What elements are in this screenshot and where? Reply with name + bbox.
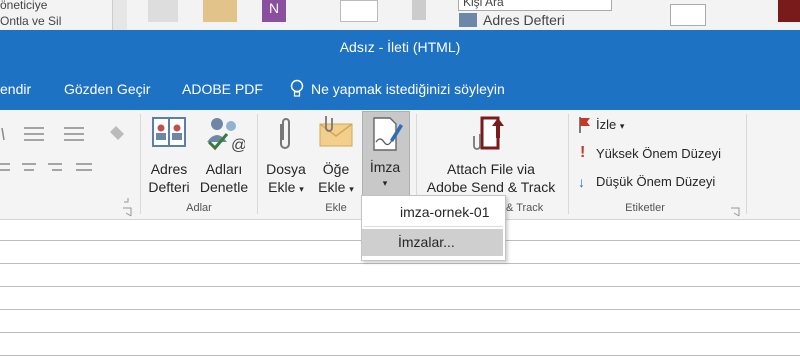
tab-adobe-pdf[interactable]: ADOBE PDF: [182, 81, 263, 97]
body-line: [0, 263, 800, 264]
separator: [746, 114, 747, 214]
dialog-launcher-icon[interactable]: [122, 204, 132, 217]
bg-scroll: [112, 0, 127, 30]
adlari-denetle-button[interactable]: Adları Denetle: [196, 160, 252, 196]
bg-red-icon: [778, 0, 800, 22]
dropdown-divider: [364, 226, 503, 227]
window-title: Adsız - İleti (HTML): [339, 39, 461, 55]
bg-icon-1: [148, 0, 178, 22]
etiketler-group-label: Etiketler: [625, 202, 665, 214]
bg-envelope-icon: [340, 0, 378, 22]
body-line: [0, 309, 800, 310]
tab-gonder-partial[interactable]: endir: [0, 81, 31, 97]
bg-envelope2-icon: [670, 4, 706, 26]
address-book-icon: [150, 116, 188, 150]
adobe-group-label: & Track: [506, 202, 544, 214]
low-importance-icon: ↓: [578, 174, 585, 190]
izle-button[interactable]: İzle ▾: [596, 117, 624, 132]
svg-text:@: @: [231, 137, 245, 152]
bg-address-book-icon: [459, 13, 477, 27]
attach-file-label-1: Attach File via: [447, 161, 535, 177]
formatting-controls-partial: [0, 122, 132, 212]
bg-onenote-icon: N: [262, 0, 286, 22]
signature-item[interactable]: imza-ornek-01: [362, 200, 503, 224]
bg-item-1: öneticiye: [0, 0, 48, 12]
lightbulb-icon: [290, 79, 304, 99]
adres-defteri-label-2: Defteri: [148, 179, 190, 195]
adlari-denetle-label-1: Adları: [205, 161, 243, 177]
attach-item-icon: [318, 114, 354, 150]
body-line: [0, 286, 800, 287]
dosya-ekle-label-2: Ekle ▾: [268, 179, 304, 195]
separator: [140, 114, 141, 214]
signature-item-label: imza-ornek-01: [400, 204, 490, 220]
imza-label: İmza: [369, 159, 401, 175]
bg-search-field: Kişi Ara: [458, 0, 612, 11]
bg-search-value: Kişi Ara: [463, 0, 504, 9]
signature-icon: [370, 116, 404, 152]
attach-file-adobe-button[interactable]: Attach File via Adobe Send & Track: [419, 160, 563, 196]
adlari-denetle-label-2: Denetle: [199, 179, 249, 195]
dialog-launcher-icon[interactable]: [730, 204, 740, 217]
dusuk-onem-button[interactable]: Düşük Önem Düzeyi: [596, 174, 715, 189]
adres-defteri-label-1: Adres: [150, 161, 188, 177]
bg-item-2: Ontla ve Sil: [0, 14, 62, 28]
separator: [568, 114, 569, 214]
dosya-ekle-label-1: Dosya: [266, 161, 306, 177]
paperclip-icon: [276, 116, 294, 152]
adres-defteri-button[interactable]: Adres Defteri: [144, 160, 194, 196]
check-names-icon: @: [205, 116, 247, 154]
separator: [257, 114, 258, 214]
tab-gozden-gecir[interactable]: Gözden Geçir: [64, 81, 150, 97]
oge-ekle-label-1: Öğe: [322, 161, 350, 177]
chevron-down-icon: ▾: [382, 178, 388, 188]
oge-ekle-label-2: Ekle ▾: [318, 179, 354, 195]
attach-file-label-2: Adobe Send & Track: [426, 179, 556, 195]
oge-ekle-button[interactable]: Öğe Ekle ▾: [314, 160, 358, 198]
bg-flag-icon: [412, 0, 426, 20]
adobe-attach-icon: [470, 114, 510, 152]
body-line: [0, 332, 800, 333]
background-window-strip: öneticiye Ontla ve Sil N Kişi Ara Adres …: [0, 0, 800, 31]
dosya-ekle-button[interactable]: Dosya Ekle ▾: [262, 160, 310, 198]
bg-address-book-label: Adres Defteri: [483, 12, 565, 28]
chevron-down-icon: ▾: [349, 184, 354, 194]
body-line: [0, 355, 800, 356]
yuksek-onem-button[interactable]: Yüksek Önem Düzeyi: [596, 146, 721, 161]
signatures-menu-item[interactable]: İmzalar...: [362, 229, 503, 256]
flag-icon: [578, 117, 592, 133]
adlar-group-label: Adlar: [186, 202, 212, 214]
chevron-down-icon: ▾: [299, 184, 304, 194]
chevron-down-icon: ▾: [619, 121, 625, 131]
tell-me-search[interactable]: Ne yapmak istediğinizi söyleyin: [311, 81, 505, 97]
signatures-menu-item-label: İmzalar...: [398, 234, 455, 250]
high-importance-icon: !: [580, 144, 586, 161]
bg-mail-icon: [203, 0, 237, 22]
